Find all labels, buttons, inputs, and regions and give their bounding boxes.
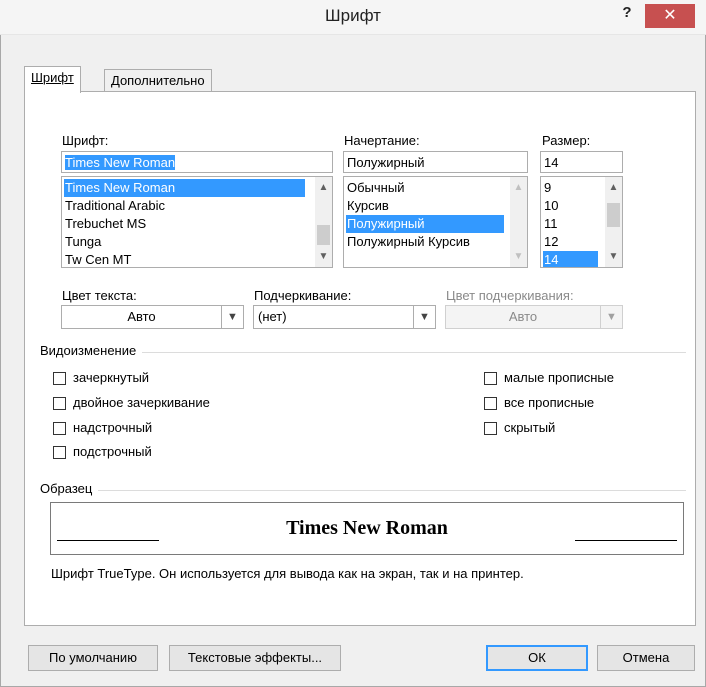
style-list[interactable]: Обычный Курсив Полужирный Полужирный Кур… xyxy=(343,176,528,268)
scroll-down-icon[interactable]: ▼ xyxy=(510,248,527,265)
strikethrough-label[interactable]: зачеркнутый xyxy=(73,370,149,385)
scroll-up-icon[interactable]: ▲ xyxy=(605,179,622,196)
scroll-down-icon[interactable]: ▼ xyxy=(315,248,332,265)
underline-select[interactable]: (нет) ▼ xyxy=(253,305,436,329)
chevron-down-icon: ▼ xyxy=(600,306,622,328)
cancel-button[interactable]: Отмена xyxy=(597,645,695,671)
checkbox-subscript[interactable] xyxy=(53,446,66,459)
style-list-item[interactable]: Полужирный Курсив xyxy=(346,233,470,251)
underline-value: (нет) xyxy=(258,309,287,324)
close-button[interactable]: ✕ xyxy=(645,4,695,28)
checkbox-strikethrough[interactable] xyxy=(53,372,66,385)
all-caps-label[interactable]: все прописные xyxy=(504,395,594,410)
checkbox-all-caps[interactable] xyxy=(484,397,497,410)
font-list-item[interactable]: Tunga xyxy=(64,233,101,251)
double-strikethrough-label[interactable]: двойное зачеркивание xyxy=(73,395,210,410)
style-label: Начертание: xyxy=(344,133,420,148)
preview-line-left xyxy=(57,540,159,541)
small-caps-label[interactable]: малые прописные xyxy=(504,370,614,385)
scroll-down-icon[interactable]: ▼ xyxy=(605,248,622,265)
tab-font[interactable]: Шрифт xyxy=(24,66,81,93)
tab-advanced-label: Дополнительно xyxy=(111,73,205,88)
font-list-item[interactable]: Traditional Arabic xyxy=(64,197,165,215)
tab-advanced[interactable]: Дополнительно xyxy=(104,69,212,92)
font-label: Шрифт: xyxy=(62,133,109,148)
preview-box: Times New Roman xyxy=(50,502,684,555)
checkbox-superscript[interactable] xyxy=(53,422,66,435)
size-list-item[interactable]: 12 xyxy=(543,233,558,251)
chevron-down-icon[interactable]: ▼ xyxy=(413,306,435,328)
superscript-label[interactable]: надстрочный xyxy=(73,420,152,435)
preview-sample-text: Times New Roman xyxy=(286,517,448,539)
font-input-value: Times New Roman xyxy=(65,155,176,170)
subscript-label[interactable]: подстрочный xyxy=(73,444,152,459)
text-color-value: Авто xyxy=(127,309,156,324)
scroll-up-icon[interactable]: ▲ xyxy=(315,179,332,196)
chevron-down-icon[interactable]: ▼ xyxy=(221,306,243,328)
text-effects-button[interactable]: Текстовые эффекты... xyxy=(169,645,341,671)
size-list-scrollbar[interactable]: ▲ ▼ xyxy=(605,177,622,267)
preview-divider xyxy=(40,490,686,491)
set-default-button[interactable]: По умолчанию xyxy=(28,645,158,671)
underline-label: Подчеркивание: xyxy=(254,288,352,303)
scroll-thumb[interactable] xyxy=(607,203,620,227)
style-list-item[interactable]: Курсив xyxy=(346,197,389,215)
preview-title: Образец xyxy=(40,481,99,496)
checkbox-double-strikethrough[interactable] xyxy=(53,397,66,410)
style-list-item[interactable]: Обычный xyxy=(346,179,404,197)
size-input[interactable]: 14 xyxy=(540,151,623,173)
size-label: Размер: xyxy=(542,133,591,148)
size-list[interactable]: 9 10 11 12 14 ▲ ▼ xyxy=(540,176,623,268)
size-list-item[interactable]: 10 xyxy=(543,197,558,215)
size-list-item[interactable]: 14 xyxy=(543,251,598,267)
preview-line-right xyxy=(575,540,677,541)
font-list[interactable]: Times New Roman Traditional Arabic Trebu… xyxy=(61,176,333,268)
text-color-label: Цвет текста: xyxy=(62,288,137,303)
window-title: Шрифт xyxy=(325,6,381,25)
style-list-item[interactable]: Полужирный xyxy=(346,215,504,233)
size-list-item[interactable]: 9 xyxy=(543,179,551,197)
effects-title: Видоизменение xyxy=(40,343,143,358)
checkbox-small-caps[interactable] xyxy=(484,372,497,385)
tab-font-label: Шрифт xyxy=(31,70,74,85)
ok-button[interactable]: ОК xyxy=(486,645,588,671)
font-list-scrollbar[interactable]: ▲ ▼ xyxy=(315,177,332,267)
help-button[interactable]: ? xyxy=(616,4,638,26)
font-input[interactable]: Times New Roman xyxy=(61,151,333,173)
underline-color-label: Цвет подчеркивания: xyxy=(446,288,574,303)
close-icon: ✕ xyxy=(663,7,677,24)
size-input-value: 14 xyxy=(544,155,559,170)
style-input[interactable]: Полужирный xyxy=(343,151,528,173)
font-list-item[interactable]: Times New Roman xyxy=(64,179,305,197)
checkbox-hidden[interactable] xyxy=(484,422,497,435)
scroll-thumb[interactable] xyxy=(317,225,330,245)
text-color-select[interactable]: Авто ▼ xyxy=(61,305,244,329)
underline-color-select: Авто ▼ xyxy=(445,305,623,329)
preview-description: Шрифт TrueType. Он используется для выво… xyxy=(51,566,524,581)
font-list-item[interactable]: Trebuchet MS xyxy=(64,215,146,233)
style-input-value: Полужирный xyxy=(347,155,425,170)
underline-color-value: Авто xyxy=(508,309,538,324)
title-bar[interactable]: Шрифт ? ✕ xyxy=(0,0,706,35)
size-list-item[interactable]: 11 xyxy=(543,215,558,233)
font-list-item[interactable]: Tw Cen MT xyxy=(64,251,131,267)
scroll-up-icon[interactable]: ▲ xyxy=(510,179,527,196)
hidden-label[interactable]: скрытый xyxy=(504,420,555,435)
style-list-scrollbar[interactable]: ▲ ▼ xyxy=(510,177,527,267)
